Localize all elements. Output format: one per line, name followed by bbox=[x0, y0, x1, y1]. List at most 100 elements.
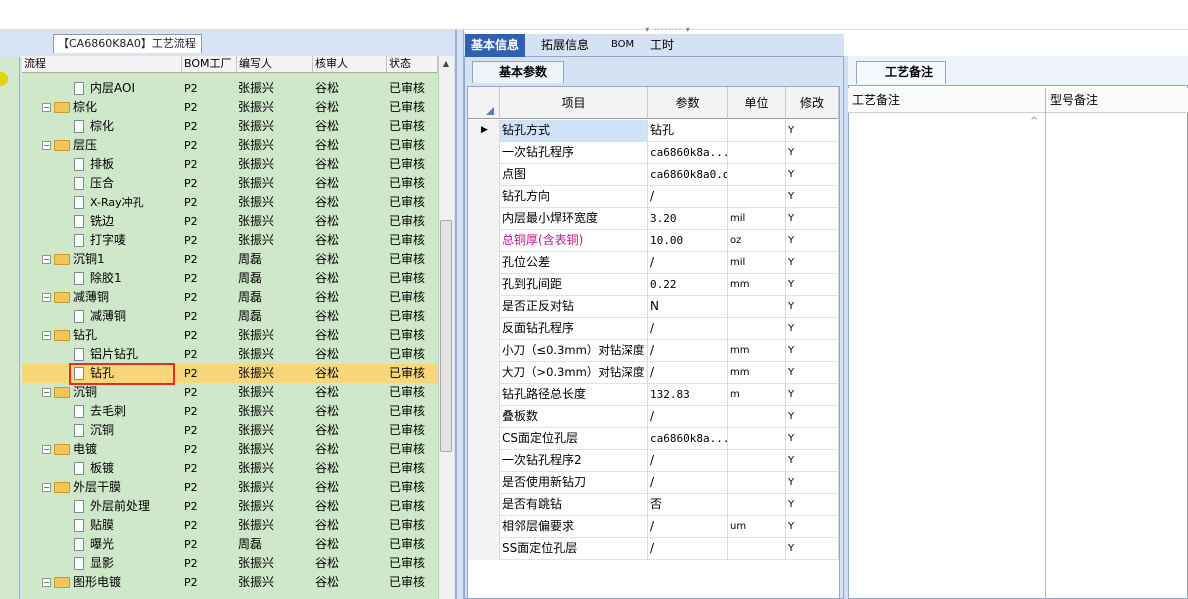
param-value[interactable]: ca6860k8a... bbox=[648, 428, 728, 450]
row-header[interactable] bbox=[468, 208, 500, 230]
param-unit[interactable] bbox=[728, 142, 786, 164]
param-modify[interactable]: Y bbox=[786, 186, 839, 208]
tree-node[interactable]: − 沉铜1 bbox=[42, 250, 105, 269]
param-modify[interactable]: Y bbox=[786, 274, 839, 296]
param-row[interactable]: SS面定位孔层 / Y bbox=[468, 538, 839, 560]
tree-node[interactable]: − 钻孔 bbox=[42, 326, 97, 345]
param-row[interactable]: 是否正反对钻 N Y bbox=[468, 296, 839, 318]
param-value[interactable]: 132.83 bbox=[648, 384, 728, 406]
param-row[interactable]: 相邻层偏要求 / um Y bbox=[468, 516, 839, 538]
param-row[interactable]: 一次钻孔程序 ca6860k8a... Y bbox=[468, 142, 839, 164]
param-value[interactable]: / bbox=[648, 538, 728, 560]
tree-node[interactable]: 铝片钻孔 bbox=[74, 345, 138, 364]
param-row[interactable]: 内层最小焊环宽度 3.20 mil Y bbox=[468, 208, 839, 230]
tree-row[interactable]: X-Ray冲孔 P2 张振兴 谷松 已审核 bbox=[22, 193, 438, 212]
tab-process-remarks[interactable]: 工艺备注 bbox=[856, 61, 946, 84]
param-row[interactable]: CS面定位孔层 ca6860k8a... Y bbox=[468, 428, 839, 450]
tree-row[interactable]: − 层压 P2 张振兴 谷松 已审核 bbox=[22, 136, 438, 155]
tab-basic-info[interactable]: 基本信息 bbox=[465, 34, 526, 57]
tree-node[interactable]: 棕化 bbox=[74, 117, 114, 136]
tree-row[interactable]: − 沉铜1 P2 周磊 谷松 已审核 bbox=[22, 250, 438, 269]
tree-row[interactable]: 内层AOI P2 张振兴 谷松 已审核 bbox=[22, 79, 438, 98]
col-header-model-remark[interactable]: 型号备注 bbox=[1047, 88, 1098, 113]
param-unit[interactable] bbox=[728, 538, 786, 560]
tree-row[interactable]: 显影 P2 张振兴 谷松 已审核 bbox=[22, 554, 438, 573]
tree-row[interactable]: 排板 P2 张振兴 谷松 已审核 bbox=[22, 155, 438, 174]
tree-node[interactable]: 沉铜 bbox=[74, 421, 114, 440]
tab-work-hours[interactable]: 工时 bbox=[644, 34, 680, 57]
param-row[interactable]: 总铜厚(含表铜) 10.00 oz Y bbox=[468, 230, 839, 252]
tree-row[interactable]: 打字唛 P2 张振兴 谷松 已审核 bbox=[22, 231, 438, 250]
expand-toggle-icon[interactable]: − bbox=[42, 103, 51, 112]
param-modify[interactable]: Y bbox=[786, 230, 839, 252]
row-header[interactable] bbox=[468, 428, 500, 450]
param-value[interactable]: ca6860k8a... bbox=[648, 142, 728, 164]
row-header[interactable] bbox=[468, 252, 500, 274]
param-row[interactable]: 孔位公差 / mil Y bbox=[468, 252, 839, 274]
param-modify[interactable]: Y bbox=[786, 120, 839, 142]
param-modify[interactable]: Y bbox=[786, 164, 839, 186]
param-unit[interactable] bbox=[728, 318, 786, 340]
tree-row[interactable]: − 电镀 P2 张振兴 谷松 已审核 bbox=[22, 440, 438, 459]
tree-node[interactable]: 板镀 bbox=[74, 459, 114, 478]
param-value[interactable]: N bbox=[648, 296, 728, 318]
param-unit[interactable] bbox=[728, 186, 786, 208]
tree-node[interactable]: − 减薄铜 bbox=[42, 288, 109, 307]
expand-toggle-icon[interactable]: − bbox=[42, 293, 51, 302]
tree-node[interactable]: − 电镀 bbox=[42, 440, 97, 459]
row-header[interactable] bbox=[468, 494, 500, 516]
tree-row[interactable]: 沉铜 P2 张振兴 谷松 已审核 bbox=[22, 421, 438, 440]
param-unit[interactable]: mil bbox=[728, 252, 786, 274]
row-header[interactable] bbox=[468, 516, 500, 538]
param-modify[interactable]: Y bbox=[786, 252, 839, 274]
tab-extended-info[interactable]: 拓展信息 bbox=[535, 34, 595, 57]
param-row[interactable]: 是否使用新钻刀 / Y bbox=[468, 472, 839, 494]
param-unit[interactable] bbox=[728, 164, 786, 186]
param-unit[interactable] bbox=[728, 406, 786, 428]
tree-node[interactable]: 显影 bbox=[74, 554, 114, 573]
row-header[interactable] bbox=[468, 164, 500, 186]
tree-row[interactable]: 板镀 P2 张振兴 谷松 已审核 bbox=[22, 459, 438, 478]
row-header[interactable] bbox=[468, 186, 500, 208]
tree-row[interactable]: − 减薄铜 P2 周磊 谷松 已审核 bbox=[22, 288, 438, 307]
tree-node[interactable]: 排板 bbox=[74, 155, 114, 174]
row-header[interactable] bbox=[468, 406, 500, 428]
tree-node[interactable]: − 层压 bbox=[42, 136, 97, 155]
tree-node[interactable]: − 沉铜 bbox=[42, 383, 97, 402]
param-row[interactable]: ▶ 钻孔方式 钻孔 Y bbox=[468, 120, 839, 142]
tree-row[interactable]: 贴膜 P2 张振兴 谷松 已审核 bbox=[22, 516, 438, 535]
tree-row[interactable]: 去毛刺 P2 张振兴 谷松 已审核 bbox=[22, 402, 438, 421]
param-row[interactable]: 反面钻孔程序 / Y bbox=[468, 318, 839, 340]
param-row[interactable]: 是否有跳钻否 Y bbox=[468, 494, 839, 516]
param-modify[interactable]: Y bbox=[786, 538, 839, 560]
param-value[interactable]: 0.22 bbox=[648, 274, 728, 296]
expand-toggle-icon[interactable]: − bbox=[42, 445, 51, 454]
tree-row[interactable]: − 外层干膜 P2 张振兴 谷松 已审核 bbox=[22, 478, 438, 497]
tree-row[interactable]: 减薄铜 P2 周磊 谷松 已审核 bbox=[22, 307, 438, 326]
row-header[interactable] bbox=[468, 340, 500, 362]
tree-node[interactable]: 曝光 bbox=[74, 535, 114, 554]
param-unit[interactable] bbox=[728, 428, 786, 450]
tree-node[interactable]: − 棕化 bbox=[42, 98, 97, 117]
param-unit[interactable] bbox=[728, 472, 786, 494]
param-value[interactable]: / bbox=[648, 340, 728, 362]
param-row[interactable]: 孔到孔间距 0.22 mm Y bbox=[468, 274, 839, 296]
param-row[interactable]: 钻孔方向 / Y bbox=[468, 186, 839, 208]
tree-row[interactable]: 外层前处理 P2 张振兴 谷松 已审核 bbox=[22, 497, 438, 516]
param-modify[interactable]: Y bbox=[786, 472, 839, 494]
param-unit[interactable]: mm bbox=[728, 274, 786, 296]
param-modify[interactable]: Y bbox=[786, 450, 839, 472]
param-value[interactable]: / bbox=[648, 406, 728, 428]
tree-row[interactable]: 铣边 P2 张振兴 谷松 已审核 bbox=[22, 212, 438, 231]
param-modify[interactable]: Y bbox=[786, 296, 839, 318]
row-header[interactable] bbox=[468, 142, 500, 164]
col-header-modify[interactable]: 修改 bbox=[786, 87, 839, 119]
tree-node[interactable]: 内层AOI bbox=[74, 79, 135, 98]
tree-row[interactable]: − 沉铜 P2 张振兴 谷松 已审核 bbox=[22, 383, 438, 402]
param-value[interactable]: / bbox=[648, 450, 728, 472]
param-value[interactable]: ca6860k8a0.d bbox=[648, 164, 728, 186]
tab-process-flow[interactable]: 【CA6860K8A0】工艺流程 bbox=[53, 34, 202, 53]
param-row[interactable]: 一次钻孔程序2/ Y bbox=[468, 450, 839, 472]
scrollbar-thumb[interactable] bbox=[440, 220, 452, 452]
param-value[interactable]: / bbox=[648, 362, 728, 384]
